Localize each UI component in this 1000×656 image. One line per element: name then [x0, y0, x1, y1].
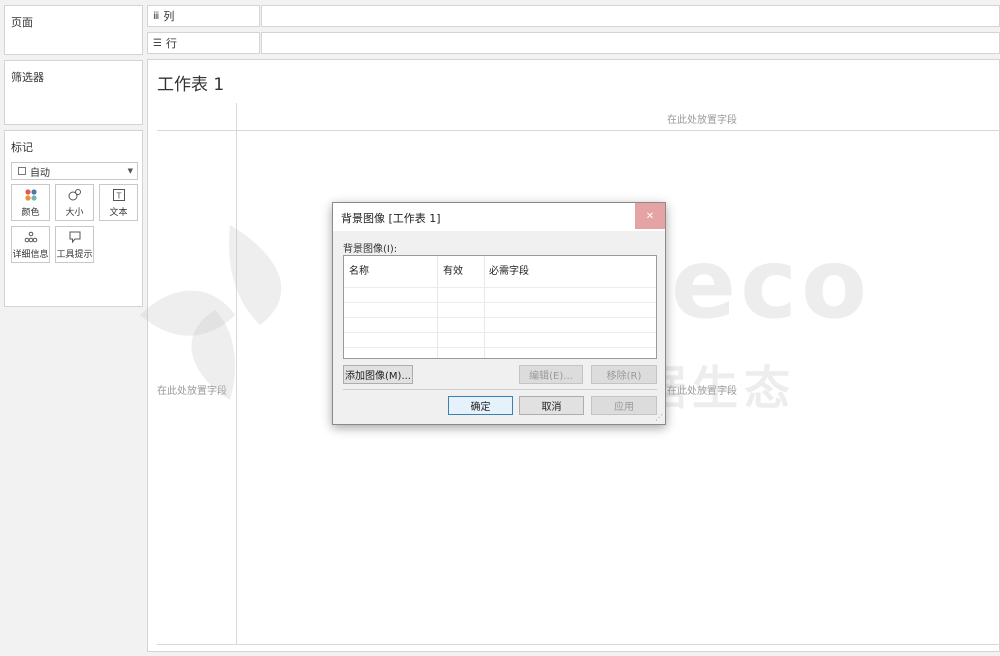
image-list-label: 背景图像(I): — [343, 244, 398, 255]
grid-row-line — [344, 332, 656, 333]
drop-hint-view: 在此处放置字段 — [667, 386, 737, 397]
chevron-down-icon: ▼ — [127, 167, 133, 175]
marks-card: 标记 自动 ▼ 颜色 大小 T 文本 详细信息 工具提示 — [4, 130, 143, 307]
remove-button[interactable]: 移除(R) — [591, 365, 657, 384]
dialog-separator — [343, 389, 657, 390]
column-header-required-fields[interactable]: 必需字段 — [489, 262, 529, 277]
columns-shelf-label: iii 列 — [147, 5, 260, 27]
color-label: 颜色 — [21, 207, 40, 218]
detail-label: 详细信息 — [12, 249, 49, 260]
rows-shelf-label: ☰ 行 — [147, 32, 260, 54]
tooltip-icon — [69, 231, 80, 243]
rows-label: 行 — [165, 37, 177, 50]
add-image-button[interactable]: 添加图像(M)... — [343, 365, 413, 384]
bottom-axis-divider — [157, 644, 1000, 645]
grid-divider — [484, 256, 485, 358]
grid-row-line — [344, 302, 656, 303]
drop-hint-columns: 在此处放置字段 — [667, 115, 737, 126]
size-button[interactable]: 大小 — [55, 184, 94, 221]
detail-button[interactable]: 详细信息 — [11, 226, 50, 263]
sheet-title: 工作表 1 — [157, 75, 225, 95]
apply-button[interactable]: 应用 — [591, 396, 657, 415]
grid-row-line — [344, 347, 656, 348]
close-button[interactable]: ✕ — [635, 203, 665, 229]
edit-button[interactable]: 编辑(E)... — [519, 365, 583, 384]
columns-shelf[interactable] — [261, 5, 1000, 27]
filters-card-title: 筛选器 — [11, 71, 44, 84]
rows-icon: ☰ — [153, 37, 162, 49]
close-icon: ✕ — [645, 210, 655, 222]
color-button[interactable]: 颜色 — [11, 184, 50, 221]
text-icon: T — [112, 188, 125, 201]
mark-type-value: 自动 — [30, 167, 50, 179]
left-axis-divider — [236, 103, 237, 644]
rows-shelf[interactable] — [261, 32, 1000, 54]
mark-type-dropdown[interactable]: 自动 ▼ — [11, 162, 138, 180]
size-icon — [68, 188, 81, 200]
grid-row-line — [344, 287, 656, 288]
marks-card-title: 标记 — [11, 141, 33, 154]
image-list[interactable]: 名称 有效 必需字段 — [343, 255, 657, 359]
cancel-button[interactable]: 取消 — [519, 396, 584, 415]
dialog-titlebar[interactable]: 背景图像 [工作表 1] ✕ — [333, 203, 665, 231]
columns-label: 列 — [163, 10, 175, 23]
text-label: 文本 — [109, 207, 128, 218]
top-axis-divider — [157, 130, 1000, 131]
column-header-name[interactable]: 名称 — [349, 262, 369, 277]
dialog-title: 背景图像 [工作表 1] — [341, 212, 441, 225]
mark-type-icon — [18, 167, 26, 175]
text-button[interactable]: T 文本 — [99, 184, 138, 221]
ok-button[interactable]: 确定 — [448, 396, 513, 415]
grid-row-line — [344, 317, 656, 318]
pages-card-title: 页面 — [11, 16, 33, 29]
columns-icon: iii — [153, 10, 159, 22]
drop-hint-rows: 在此处放置字段 — [157, 386, 227, 397]
background-image-dialog: 背景图像 [工作表 1] ✕ 背景图像(I): 名称 有效 必需字段 添加图像(… — [332, 202, 666, 425]
svg-text:T: T — [115, 191, 121, 200]
color-icon — [24, 188, 37, 201]
filters-card: 筛选器 — [4, 60, 143, 125]
tooltip-label: 工具提示 — [56, 249, 93, 260]
pages-card: 页面 — [4, 5, 143, 55]
resize-grip-icon[interactable]: ⋰ — [655, 413, 663, 422]
grid-divider — [437, 256, 438, 358]
size-label: 大小 — [65, 207, 84, 218]
column-header-valid[interactable]: 有效 — [443, 262, 463, 277]
tooltip-button[interactable]: 工具提示 — [55, 226, 94, 263]
detail-icon — [24, 231, 37, 242]
